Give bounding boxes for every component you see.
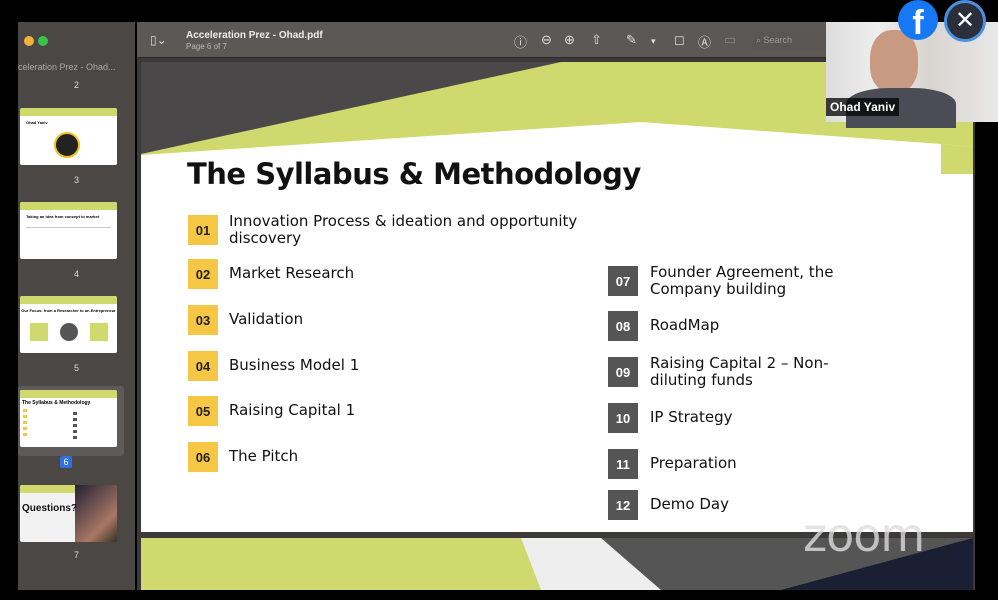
search-icon: ⌕ xyxy=(756,35,764,45)
thumb-page-number: 7 xyxy=(73,550,79,560)
item-number-badge: 05 xyxy=(188,396,218,426)
item-number-badge: 10 xyxy=(608,403,638,433)
thumb-page-number-selected: 6 xyxy=(60,456,72,468)
annotate-icon[interactable]: Ⓐ xyxy=(698,32,711,51)
thumbnail-page-7[interactable]: Questions? xyxy=(20,485,117,542)
syllabus-item-text: Raising Capital 2 – Non-diluting funds xyxy=(650,354,829,389)
zoom-out-icon[interactable]: ⊖ xyxy=(541,32,552,48)
markup-pen-icon[interactable]: ✎ xyxy=(626,32,637,48)
window-maximize-button[interactable] xyxy=(38,36,48,46)
search-input[interactable]: ⌕ Search xyxy=(752,32,832,50)
zoom-in-icon[interactable]: ⊕ xyxy=(564,32,575,48)
share-icon[interactable]: ⇧ xyxy=(591,32,602,48)
item-number-badge: 11 xyxy=(608,449,638,479)
syllabus-item-text: The Pitch xyxy=(229,447,299,465)
thumbnail-page-6[interactable]: The Syllabus & Methodology xyxy=(20,390,117,447)
sidebar-title: celeration Prez - Ohad... xyxy=(18,62,116,72)
zoom-watermark: zoom xyxy=(803,508,925,562)
syllabus-item-text: Business Model 1 xyxy=(229,356,360,374)
page-indicator: Page 6 of 7 xyxy=(186,42,227,51)
item-number-badge: 06 xyxy=(188,442,218,472)
document-title: Acceleration Prez - Ohad.pdf xyxy=(186,30,323,41)
syllabus-item-text: RoadMap xyxy=(650,316,720,334)
thumbnail-page-4[interactable]: Taking an idea from concept to market xyxy=(20,202,117,259)
thumbnail-page-3[interactable]: Ohad Yaniv xyxy=(20,108,117,165)
thumb-page-number: 5 xyxy=(73,363,79,373)
item-number-badge: 02 xyxy=(188,259,218,289)
slide-page: The Syllabus & Methodology 01 Innovation … xyxy=(141,62,973,532)
window-minimize-button[interactable] xyxy=(24,36,34,46)
sidebar-toggle-icon[interactable]: ▯⌄ xyxy=(150,33,167,47)
item-number-badge: 04 xyxy=(188,351,218,381)
rotate-icon[interactable]: ◻ xyxy=(674,32,685,48)
syllabus-item-text: IP Strategy xyxy=(650,408,733,426)
page-title: The Syllabus & Methodology xyxy=(187,157,641,191)
thumb-page-number: 3 xyxy=(73,175,79,185)
participant-name: Ohad Yaniv xyxy=(826,98,900,116)
item-number-badge: 08 xyxy=(608,311,638,341)
item-number-badge: 01 xyxy=(188,215,218,245)
close-icon[interactable]: ✕ xyxy=(944,0,986,42)
thumb-page-number: 4 xyxy=(73,269,79,279)
thumbnail-page-5[interactable]: Our Focus: from a Researcher to an Entre… xyxy=(20,296,117,353)
syllabus-item-text: Validation xyxy=(229,310,304,328)
syllabus-item-text: Founder Agreement, the Company building xyxy=(650,263,834,298)
syllabus-item-text: Market Research xyxy=(229,264,355,282)
chevron-down-icon[interactable]: ▾ xyxy=(651,36,656,47)
syllabus-item-text: Innovation Process & ideation and opport… xyxy=(229,212,578,247)
item-number-badge: 09 xyxy=(608,357,638,387)
item-number-badge: 12 xyxy=(608,490,638,520)
form-icon[interactable]: ▭ xyxy=(724,32,736,48)
thumb-page-number: 2 xyxy=(73,80,79,90)
syllabus-item-text: Raising Capital 1 xyxy=(229,401,356,419)
facebook-icon[interactable]: f xyxy=(898,0,938,40)
info-icon[interactable]: ⓘ xyxy=(514,32,527,51)
item-number-badge: 03 xyxy=(188,305,218,335)
syllabus-item-text: Preparation xyxy=(650,454,737,472)
item-number-badge: 07 xyxy=(608,266,638,296)
